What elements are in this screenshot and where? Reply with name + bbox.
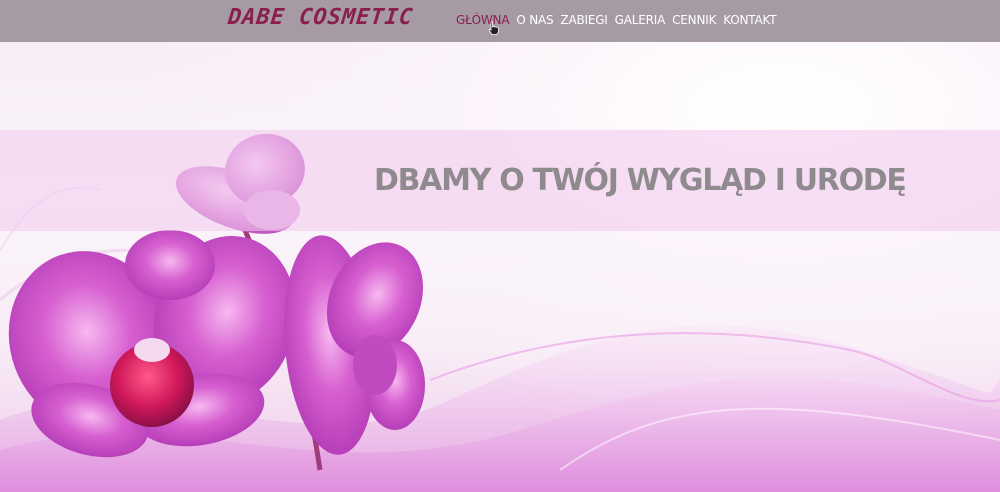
hand-cursor-icon — [488, 21, 499, 35]
top-navbar: DABE COSMETIC GŁÓWNA O NAS ZABIEGI GALER… — [0, 0, 1000, 42]
orchid-silk-illustration — [0, 133, 1000, 492]
nav-item-cennik[interactable]: CENNIK — [672, 13, 716, 27]
nav-item-zabiegi[interactable]: ZABIEGI — [560, 13, 607, 27]
main-nav: GŁÓWNA O NAS ZABIEGI GALERIA CENNIK KONT… — [456, 13, 777, 27]
hero-headline: DBAMY O TWÓJ WYGLĄD I URODĘ — [374, 163, 907, 198]
nav-item-o-nas[interactable]: O NAS — [516, 13, 553, 27]
hero-background — [0, 0, 1000, 492]
brand-logo[interactable]: DABE COSMETIC — [227, 5, 415, 30]
nav-item-kontakt[interactable]: KONTAKT — [723, 13, 776, 27]
nav-item-glowna[interactable]: GŁÓWNA — [456, 13, 510, 27]
nav-item-galeria[interactable]: GALERIA — [615, 13, 666, 27]
